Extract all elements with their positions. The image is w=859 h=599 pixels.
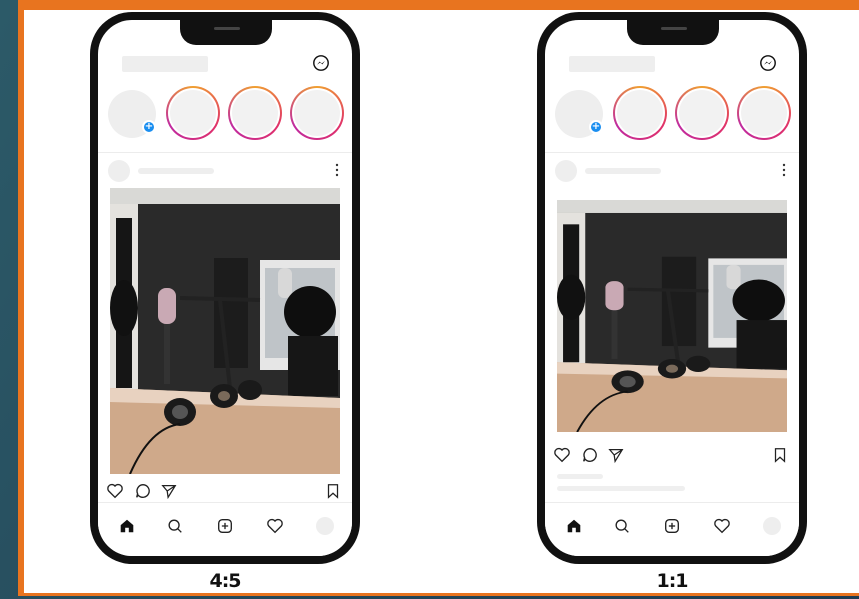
post-author-avatar[interactable] [108,160,130,182]
heart-icon[interactable] [553,446,571,464]
add-post-icon[interactable] [663,517,681,535]
stories-row: + [108,84,352,144]
ratio-label-4-5: 4:5 [209,570,241,592]
profile-avatar[interactable] [763,517,781,535]
more-vertical-icon[interactable] [781,162,787,178]
story-avatar[interactable] [228,86,282,140]
plus-icon[interactable]: + [142,120,156,134]
profile-avatar[interactable] [316,517,334,535]
phone-mockup-4-5: + [90,12,360,564]
caption-placeholder [557,474,603,479]
messenger-icon[interactable] [759,54,777,72]
post-actions [553,446,789,466]
heart-icon[interactable] [106,482,124,500]
messenger-icon[interactable] [312,54,330,72]
story-avatar[interactable] [737,86,791,140]
activity-heart-icon[interactable] [266,517,284,535]
post-header [108,158,342,186]
search-icon[interactable] [166,517,184,535]
search-icon[interactable] [613,517,631,535]
home-icon[interactable] [565,517,583,535]
post-author-avatar[interactable] [555,160,577,182]
bottom-tab-bar [545,502,799,556]
phone-mockup-1-1: + [537,12,807,564]
story-avatar[interactable] [613,86,667,140]
post-photo[interactable] [557,200,787,432]
bookmark-icon[interactable] [771,446,789,464]
ratio-label-1-1: 1:1 [656,570,688,592]
add-post-icon[interactable] [216,517,234,535]
phone-notch [180,20,272,45]
share-icon[interactable] [160,482,178,500]
stories-row: + [555,84,799,144]
phone-notch [627,20,719,45]
phone-screen: + [545,20,799,556]
divider [545,152,799,153]
phone-screen: + [98,20,352,556]
story-avatar[interactable] [290,86,344,140]
post-actions [106,482,342,502]
comment-icon[interactable] [134,482,152,500]
comment-icon[interactable] [581,446,599,464]
post-header [555,158,789,186]
post-photo[interactable] [110,188,340,474]
caption-placeholder [557,486,685,491]
divider [98,152,352,153]
more-vertical-icon[interactable] [334,162,340,178]
share-icon[interactable] [607,446,625,464]
bottom-tab-bar [98,502,352,556]
app-logo-placeholder [122,56,208,72]
post-author-placeholder [585,168,661,174]
activity-heart-icon[interactable] [713,517,731,535]
story-avatar[interactable] [166,86,220,140]
bookmark-icon[interactable] [324,482,342,500]
plus-icon[interactable]: + [589,120,603,134]
story-avatar[interactable] [675,86,729,140]
post-author-placeholder [138,168,214,174]
app-logo-placeholder [569,56,655,72]
home-icon[interactable] [118,517,136,535]
